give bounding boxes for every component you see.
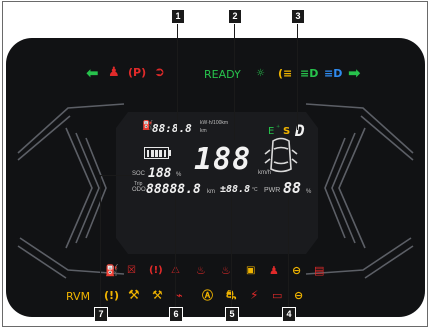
brake-system-icon: (!) [149,265,163,276]
energy-unit-bottom: km [200,128,207,134]
soc-unit: % [176,172,182,178]
callout-3: 3 [291,9,305,24]
high-beam-icon: ≡D [324,67,343,80]
pwr-unit: % [306,189,312,195]
speed-value: 188 [194,142,252,177]
charging-icon: ▭ [272,289,283,302]
instrument-cluster-figure: ⬅ ♟ (P) ➲ READY ☼ (≡ ≡D ≡D ➡ ⛽ 88:8.8 kW… [0,0,430,328]
gear-separator: ⁺ [276,123,281,132]
high-voltage-fault-icon: ⌁ [176,289,183,302]
coolant-temp-icon: ♨ [196,264,206,277]
battery-level-icon [144,147,169,159]
right-turn-arrow-icon: ➡ [348,64,361,82]
low-fuel-icon: ⛽ [105,264,119,277]
service-wrench-icon: ⚒ [128,288,140,303]
callout-5: 5 [225,307,239,322]
callout-leader-4 [288,196,289,309]
steering-fault-icon: ⊖ [292,264,302,277]
low-beam-icon: ≡D [300,67,319,80]
parking-brake-icon: (P) [128,66,147,79]
abs-icon: Ⓐ [202,289,213,302]
battery-service-icon: ⚒ [152,288,163,302]
tpms-icon: (!) [104,289,120,302]
left-turn-arrow-icon: ⬅ [86,64,99,82]
odo-label: ODO [132,187,146,193]
motor-fault-icon: ☒ [127,265,136,276]
pwr-value: 88 [283,179,302,197]
callout-leader-1 [177,22,178,132]
odo-value: 88888.8 [146,182,201,197]
pwr-label: PWR [264,187,281,194]
rvm-indicator: RVM [66,290,91,303]
pedestrian-alert-icon: ⚡ [250,288,259,302]
callout-leader-7 [100,175,101,309]
callout-leader-6 [175,196,176,309]
oil-pressure-icon: ♨ [221,264,231,277]
soc-label: SOC [132,171,146,177]
vehicle-door-status-icon [264,137,298,173]
callout-4: 4 [282,307,296,322]
battery-fault-icon: ▣ [246,265,256,276]
battery-terminal [169,150,171,156]
ready-indicator: READY [204,68,241,81]
callout-1: 1 [171,9,185,24]
temperature-unit: °C [252,187,258,193]
cluster-bezel: ⬅ ♟ (P) ➲ READY ☼ (≡ ≡D ≡D ➡ ⛽ 88:8.8 kW… [6,38,425,317]
callout-leader-7-horizontal [100,175,134,176]
callout-leader-2 [234,22,235,140]
odo-unit: km [207,189,215,195]
energy-consumption-value: 88:8.8 [152,122,192,135]
temperature-value: ±88.8 [220,184,251,195]
callout-leader-3 [297,22,298,130]
seatbelt-warning-icon: ♟ [108,65,120,80]
soc-value: 188 [148,166,172,181]
rear-fog-icon: (≡ [278,67,293,80]
eps-icon: ⊖ [294,289,304,302]
energy-unit-top: kW·h/100km [200,120,229,126]
power-limit-turtle-icon: ➲ [154,65,165,80]
position-lamp-icon: ☼ [256,68,265,79]
callout-leader-5 [231,196,232,309]
callout-2: 2 [228,9,242,24]
callout-6: 6 [169,307,183,322]
airbag-icon: ♟ [269,264,279,277]
callout-7: 7 [94,307,108,322]
dc-battery-icon: ▤ [314,264,325,277]
